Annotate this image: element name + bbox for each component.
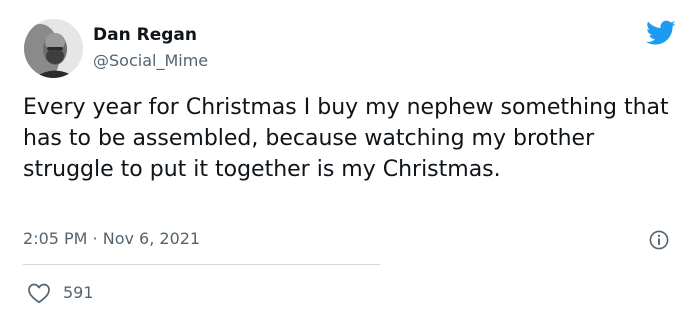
avatar[interactable] — [24, 19, 83, 78]
author-handle[interactable]: @Social_Mime — [93, 51, 208, 71]
heart-icon[interactable] — [27, 282, 51, 304]
like-count: 591 — [63, 283, 94, 302]
divider — [23, 264, 380, 265]
like-action[interactable]: 591 — [27, 282, 94, 304]
tweet-text: Every year for Christmas I buy my nephew… — [23, 95, 669, 182]
info-icon[interactable] — [649, 230, 669, 250]
tweet-timestamp[interactable]: 2:05 PM · Nov 6, 2021 — [23, 228, 200, 250]
author-info: Dan Regan @Social_Mime — [93, 24, 208, 71]
twitter-bird-icon — [646, 20, 676, 45]
avatar-photo — [24, 19, 83, 78]
author-name[interactable]: Dan Regan — [93, 24, 208, 46]
